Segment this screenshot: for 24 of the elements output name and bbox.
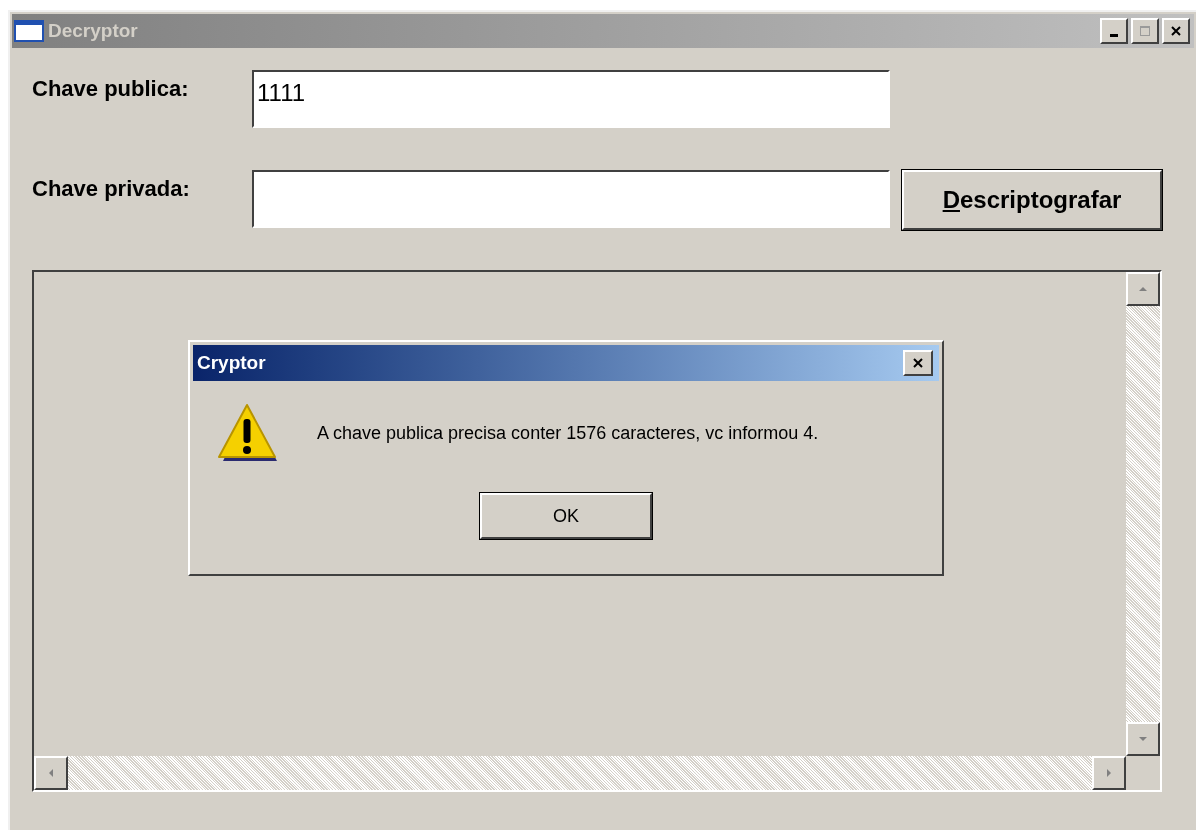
minimize-button[interactable]: [1100, 18, 1128, 44]
minimize-icon: [1110, 33, 1118, 37]
text-field[interactable]: 1111: [252, 70, 890, 128]
decrypt-button[interactable]: Descriptografar: [902, 170, 1162, 230]
ok-button[interactable]: OK: [480, 493, 652, 539]
close-icon: [912, 357, 924, 369]
close-button[interactable]: [903, 350, 933, 376]
scroll-right-button[interactable]: [1092, 756, 1126, 790]
window-title: Decryptor: [48, 18, 138, 43]
text-field[interactable]: [252, 170, 890, 228]
maximize-icon: [1139, 25, 1151, 37]
window-icon: [14, 20, 44, 42]
close-icon: [1170, 25, 1182, 37]
scroll-up-button[interactable]: [1126, 272, 1160, 306]
field-label: Chave privada:: [32, 175, 191, 203]
dialog-message: A chave publica precisa conter 1576 caracteres, vc informou 4.: [317, 421, 819, 445]
dialog-title: Cryptor: [197, 350, 266, 375]
scroll-down-button[interactable]: [1126, 722, 1160, 756]
maximize-button[interactable]: [1131, 18, 1159, 44]
close-button[interactable]: [1162, 18, 1190, 44]
vertical-scrollbar[interactable]: [1126, 272, 1160, 756]
field-label: Chave publica:: [32, 75, 190, 103]
horizontal-scrollbar[interactable]: [34, 756, 1126, 790]
scroll-left-button[interactable]: [34, 756, 68, 790]
